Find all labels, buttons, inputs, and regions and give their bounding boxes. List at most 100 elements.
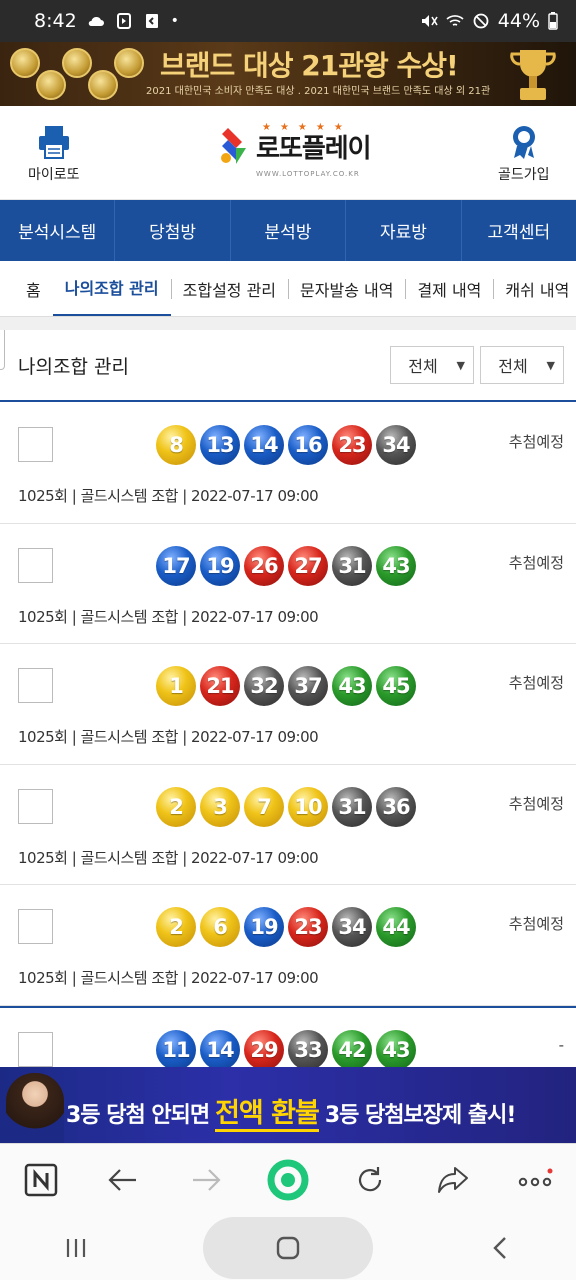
combination-row[interactable]: 2 6 19 23 34 44 추첨예정 1025회 | 골드시스템 조합 | 2022-07… [0, 885, 576, 1006]
lotto-ball: 6 [200, 907, 240, 947]
page-title: 나의조합 관리 [18, 355, 129, 378]
system-back-button[interactable] [476, 1224, 524, 1272]
lotto-ball: 31 [332, 545, 372, 586]
lotto-ball: 27 [288, 545, 328, 586]
lotto-ball: 19 [244, 907, 284, 947]
tab-payment-history[interactable]: 결제 내역 [405, 261, 493, 316]
filter-2-value: 전체 [498, 357, 528, 376]
home-square-icon [276, 1236, 300, 1259]
share-button[interactable] [429, 1156, 477, 1204]
lotto-ball: 7 [244, 786, 284, 827]
banner-title: 브랜드 대상 21관왕 수상! [160, 49, 459, 82]
tab-home[interactable]: 홈 [18, 261, 53, 316]
ad-text-before: 3등 당첨 안되면 [66, 1103, 210, 1128]
clock: 8:42 [34, 10, 77, 32]
combination-row[interactable]: 11 14 29 33 42 43 - [0, 1005, 576, 1067]
naver-button[interactable] [17, 1156, 65, 1204]
row-checkbox[interactable] [18, 788, 53, 824]
dot-icon: • [170, 13, 179, 29]
filter-select-1[interactable]: 전체 ▼ [390, 346, 474, 384]
filter-select-2[interactable]: 전체 ▼ [480, 346, 564, 384]
lotto-ball: 42 [332, 1029, 372, 1067]
lotto-ball: 13 [200, 425, 240, 465]
lotto-balls: 2 6 19 23 34 44 [156, 907, 416, 947]
tab-my-combinations[interactable]: 나의조합 관리 [52, 261, 171, 316]
nav-analysis-system[interactable]: 분석시스템 [0, 200, 116, 261]
lotto-ball: 26 [244, 545, 284, 586]
combination-row[interactable]: 2 3 7 10 31 36 추첨예정 1025회 | 골드시스템 조합 | 2022-07-… [0, 765, 576, 885]
nav-customer-center[interactable]: 고객센터 [462, 200, 576, 261]
logo-url: WWW.LOTTOPLAY.CO.KR [256, 170, 360, 178]
home-button[interactable] [202, 1216, 373, 1279]
my-lotto-label: 마이로또 [28, 167, 80, 183]
arrow-right-icon [192, 1168, 221, 1191]
ad-text-after: 3등 당첨보장제 출시! [324, 1103, 517, 1128]
main-nav: 분석시스템 당첨방 분석방 자료방 고객센터 [0, 200, 576, 261]
row-checkbox[interactable] [18, 909, 53, 944]
lotto-ball: 37 [288, 666, 328, 706]
lotto-ball: 17 [156, 545, 196, 586]
refresh-button[interactable] [346, 1156, 394, 1204]
no-disturb-icon [473, 13, 489, 29]
nav-analysis-room[interactable]: 분석방 [231, 200, 347, 261]
tab-combination-settings[interactable]: 조합설정 관리 [170, 261, 288, 316]
nav-resources[interactable]: 자료방 [346, 200, 462, 261]
lotto-ball: 23 [288, 907, 328, 947]
medal-icon [36, 70, 66, 100]
site-logo[interactable]: ★★★★★ 로또플레이 WWW.LOTTOPLAY.CO.KR [218, 122, 372, 178]
row-meta: 1025회 | 골드시스템 조합 | 2022-07-17 09:00 [18, 848, 319, 867]
lotto-ball: 45 [376, 666, 416, 706]
lotto-ball: 44 [376, 907, 416, 947]
row-checkbox[interactable] [18, 547, 53, 583]
row-checkbox[interactable] [18, 427, 53, 462]
system-nav-bar [0, 1215, 576, 1280]
row-checkbox[interactable] [18, 1031, 53, 1067]
row-meta: 1025회 | 골드시스템 조합 | 2022-07-17 09:00 [18, 487, 319, 505]
lotto-ball: 33 [288, 1029, 328, 1067]
ad-banner[interactable]: 3등 당첨 안되면 전액 환불 3등 당첨보장제 출시! [0, 1067, 576, 1143]
draw-status: 추첨예정 [508, 553, 564, 572]
combination-list: 8 13 14 16 23 34 추첨예정 1025회 | 골드시스템 조합 | 2022-0… [0, 403, 576, 1067]
tab-sms-history[interactable]: 문자발송 내역 [288, 261, 405, 316]
lotto-ball: 2 [156, 907, 196, 947]
forward-button[interactable] [182, 1156, 230, 1204]
award-banner[interactable]: 브랜드 대상 21관왕 수상! 2021 대한민국 소비자 만족도 대상 . 2… [0, 42, 576, 106]
gold-join-label: 골드가입 [498, 167, 550, 183]
more-button[interactable] [511, 1156, 559, 1204]
back-button[interactable] [99, 1156, 147, 1204]
lotto-ball: 29 [244, 1029, 284, 1067]
lotto-ball: 1 [156, 666, 196, 706]
recents-button[interactable] [52, 1224, 100, 1272]
battery-text: 44% [497, 10, 540, 32]
home-circle-button[interactable] [264, 1156, 312, 1204]
gold-join-button[interactable]: 골드가입 [498, 124, 550, 184]
lotto-ball: 34 [376, 425, 416, 465]
my-lotto-button[interactable]: 마이로또 [28, 124, 80, 184]
filter-1-value: 전체 [408, 357, 438, 376]
medal-icon [10, 48, 40, 78]
n-logo-icon [24, 1163, 58, 1196]
dropdown-arrow-icon: ▼ [546, 359, 555, 372]
draw-status: 추첨예정 [508, 674, 564, 692]
ad-highlight: 전액 환불 [215, 1098, 320, 1132]
combination-row[interactable]: 8 13 14 16 23 34 추첨예정 1025회 | 골드시스템 조합 | 2022-0… [0, 403, 576, 524]
combination-row[interactable]: 17 19 26 27 31 43 추첨예정 1025회 | 골드시스템 조합 | 2022-… [0, 524, 576, 644]
lotto-ball: 2 [156, 786, 196, 827]
banner-subtitle: 2021 대한민국 소비자 만족도 대상 . 2021 대한민국 브랜드 만족도… [146, 86, 491, 97]
wifi-icon [446, 15, 464, 26]
lotto-ball: 43 [376, 1029, 416, 1067]
lotto-balls: 11 14 29 33 42 43 [156, 1029, 416, 1067]
lotto-ball: 16 [288, 425, 328, 465]
notification-icon [116, 13, 131, 29]
tab-cash-history[interactable]: 캐쉬 내역 [493, 261, 576, 316]
combination-row[interactable]: 1 21 32 37 43 45 추첨예정 1025회 | 골드시스템 조합 | 2022-0… [0, 644, 576, 765]
nav-winning-room[interactable]: 당첨방 [115, 200, 231, 261]
recents-icon [66, 1238, 85, 1257]
model-avatar [6, 1073, 64, 1143]
medal-icon [62, 48, 92, 78]
badge-icon [512, 126, 535, 159]
chevron-left-icon [493, 1236, 507, 1259]
trophy-icon [510, 50, 556, 100]
row-checkbox[interactable] [18, 668, 53, 703]
lotto-ball: 14 [244, 425, 284, 465]
